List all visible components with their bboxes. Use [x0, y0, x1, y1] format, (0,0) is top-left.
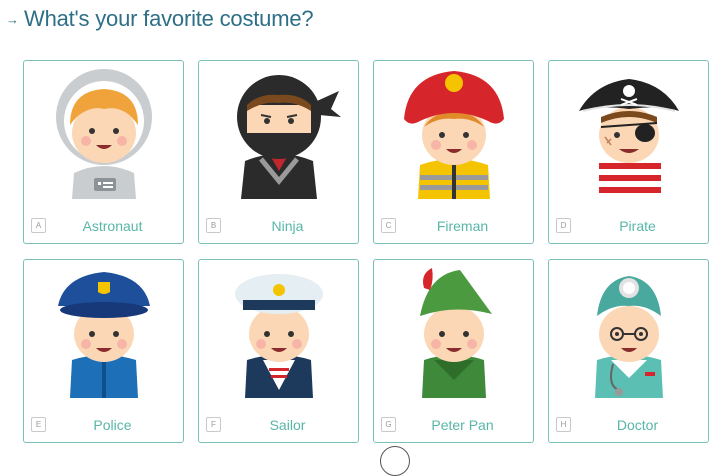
option-key-badge: A	[31, 218, 46, 233]
police-illustration	[24, 260, 185, 405]
option-label: Peter Pan	[431, 417, 494, 433]
option-card-fireman[interactable]: C Fireman	[373, 60, 534, 244]
question-header: → What's your favorite costume?	[6, 6, 314, 32]
partial-circle-button[interactable]	[380, 446, 410, 476]
astronaut-illustration	[24, 61, 185, 206]
option-key-badge: F	[206, 417, 221, 432]
option-key-badge: H	[556, 417, 571, 432]
option-card-police[interactable]: E Police	[23, 259, 184, 443]
sailor-illustration	[199, 260, 360, 405]
costume-options-grid: A Astronaut B Ninja C Fireman D Pirate E…	[23, 60, 713, 450]
fireman-illustration	[374, 61, 535, 206]
option-key-badge: G	[381, 417, 396, 432]
option-label: Doctor	[616, 417, 659, 433]
option-card-ninja[interactable]: B Ninja	[198, 60, 359, 244]
option-card-peter-pan[interactable]: G Peter Pan	[373, 259, 534, 443]
option-card-sailor[interactable]: F Sailor	[198, 259, 359, 443]
option-label: Astronaut	[82, 218, 143, 234]
option-label: Ninja	[271, 218, 304, 234]
option-label: Sailor	[269, 417, 306, 433]
option-key-badge: C	[381, 218, 396, 233]
option-label: Police	[93, 417, 132, 433]
option-key-badge: B	[206, 218, 221, 233]
option-key-badge: E	[31, 417, 46, 432]
question-text: What's your favorite costume?	[24, 6, 314, 31]
peter-pan-illustration	[374, 260, 535, 405]
option-label: Fireman	[436, 218, 489, 234]
pirate-illustration	[549, 61, 710, 206]
arrow-right-icon: →	[6, 11, 19, 27]
option-card-pirate[interactable]: D Pirate	[548, 60, 709, 244]
ninja-illustration	[199, 61, 360, 206]
option-label: Pirate	[619, 218, 656, 234]
option-card-astronaut[interactable]: A Astronaut	[23, 60, 184, 244]
option-key-badge: D	[556, 218, 571, 233]
doctor-illustration	[549, 260, 710, 405]
option-card-doctor[interactable]: H Doctor	[548, 259, 709, 443]
